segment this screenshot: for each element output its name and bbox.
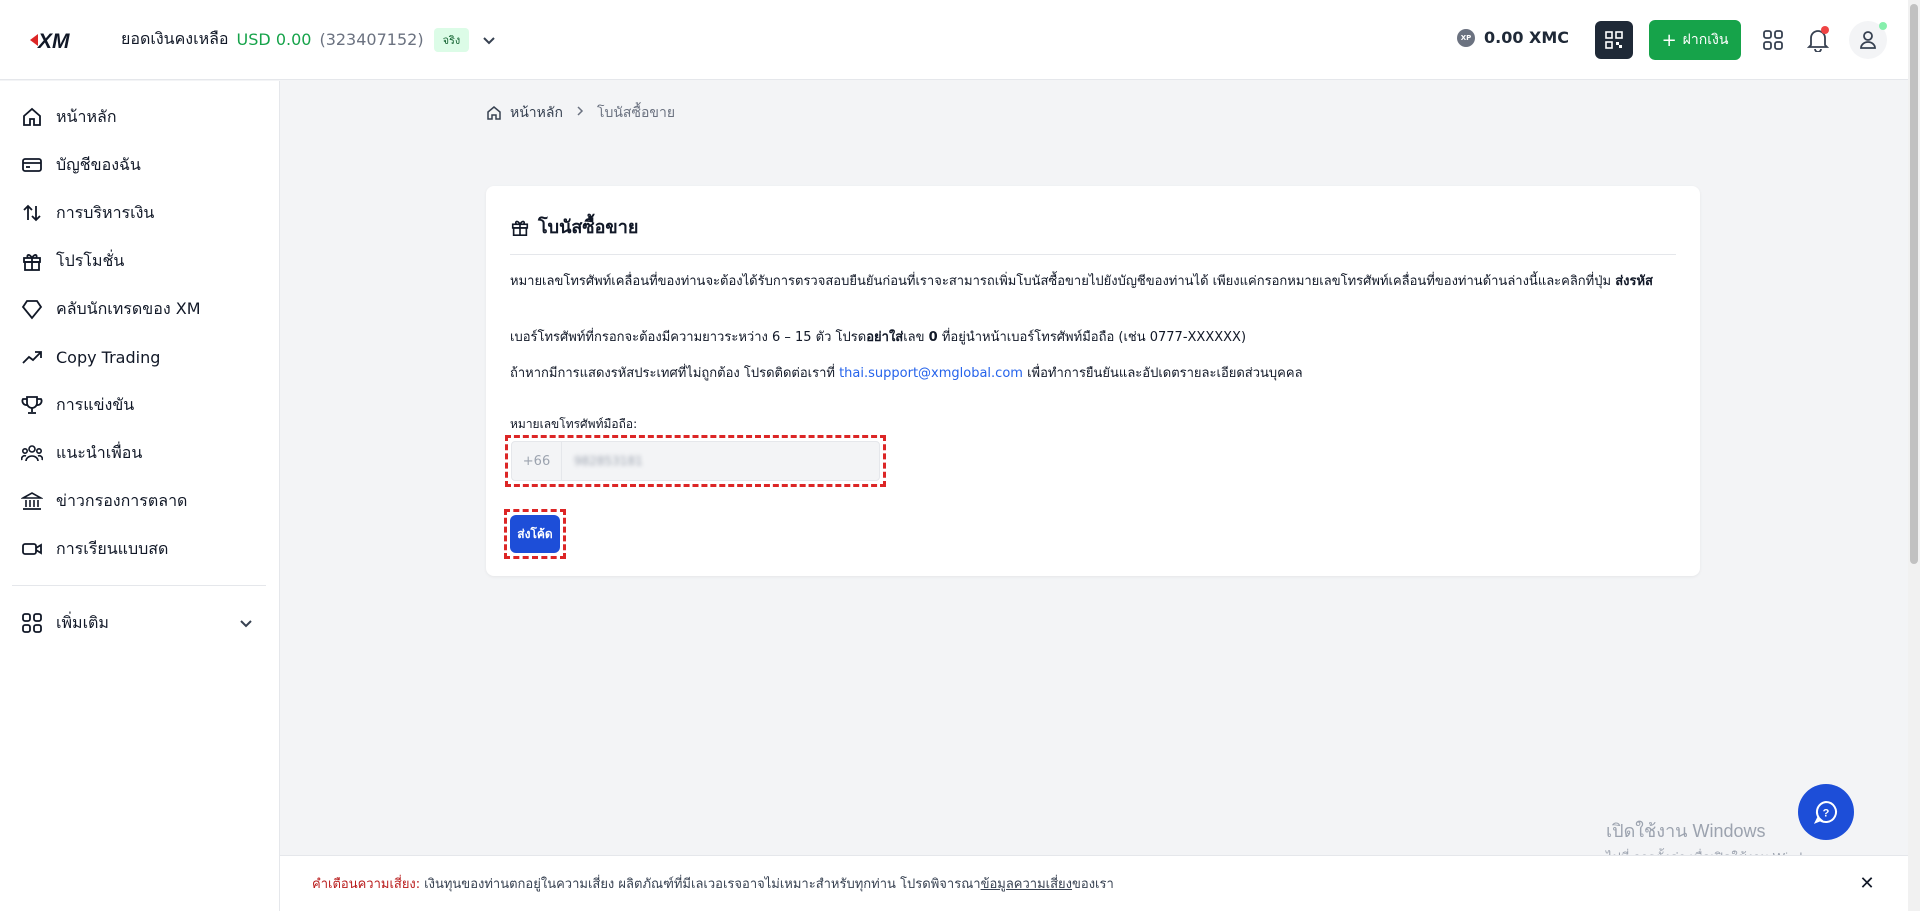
sidebar-item-funds[interactable]: การบริหารเงิน — [20, 198, 154, 228]
grid-icon — [20, 611, 44, 635]
plus-icon: + — [1661, 29, 1677, 51]
card-title: โบนัสซื้อขาย — [510, 212, 638, 241]
sidebar-item-more[interactable]: เพิ่มเติม — [20, 608, 109, 638]
user-avatar-button[interactable] — [1849, 21, 1887, 59]
gift-icon — [511, 220, 529, 236]
deposit-button[interactable]: + ฝากเงิน — [1649, 20, 1741, 60]
chevron-right-icon — [575, 105, 585, 121]
phone-number-value[interactable]: 982853181 — [562, 442, 879, 480]
risk-suffix: ของเรา — [1072, 877, 1114, 892]
diamond-icon — [20, 297, 44, 321]
send-code-button[interactable]: ส่งโค้ด — [510, 515, 560, 553]
card-divider — [510, 254, 1676, 255]
sidebar-item-label: การเรียนแบบสด — [56, 538, 169, 558]
sidebar-item-copy-trading[interactable]: Copy Trading — [20, 342, 160, 372]
xm-logo[interactable]: XM — [30, 28, 82, 53]
xmc-balance[interactable]: XP 0.00 XMC — [1457, 28, 1569, 47]
sidebar-item-label: คลับนักเทรดของ XM — [56, 298, 201, 318]
video-icon — [20, 537, 44, 561]
trend-icon — [20, 345, 44, 369]
support-email-link[interactable]: thai.support@xmglobal.com — [839, 366, 1023, 381]
breadcrumb-current: โบนัสซื้อขาย — [596, 105, 676, 121]
breadcrumb: หน้าหลัก โบนัสซื้อขาย — [486, 102, 675, 124]
sidebar-item-label: บัญชีของฉัน — [56, 154, 141, 174]
balance-amount: USD 0.00 — [236, 30, 312, 49]
more-chevron-down-icon[interactable] — [237, 614, 255, 632]
breadcrumb-home[interactable]: หน้าหลัก — [510, 102, 563, 124]
risk-info-link[interactable]: ข้อมูลความเสี่ยง — [981, 873, 1072, 894]
risk-warning-bar: คำเตือนความเสี่ยง: เงินทุนของท่านตกอยู่ใ… — [280, 855, 1908, 911]
sidebar: หน้าหลัก บัญชีของฉัน การบริหารเงิน โปรโม… — [0, 81, 280, 911]
sidebar-item-label: โปรโมชั่น — [56, 250, 125, 270]
close-icon[interactable]: ✕ — [1857, 873, 1877, 894]
transfer-icon — [20, 201, 44, 225]
sidebar-item-label: Copy Trading — [56, 347, 161, 367]
account-switch-chevron-down-icon[interactable] — [480, 31, 498, 49]
balance-display: ยอดเงินคงเหลือ USD 0.00 (323407152) จริง — [121, 27, 470, 52]
instruction-bold: ส่งรหัส — [1615, 274, 1653, 289]
rule-bold-b: 0 — [928, 330, 938, 345]
qr-code-icon — [1605, 31, 1623, 49]
sidebar-item-label: ข่าวกรองการตลาด — [56, 490, 188, 510]
trading-bonus-card: โบนัสซื้อขาย หมายเลขโทรศัพท์เคลื่อนที่ขอ… — [486, 186, 1700, 576]
card-icon — [20, 153, 44, 177]
xmc-coin-icon: XP — [1457, 28, 1475, 47]
sidebar-item-live-education[interactable]: การเรียนแบบสด — [20, 534, 168, 564]
rule-bold-a: อย่าใส่ — [866, 330, 904, 345]
length-rule-paragraph: เบอร์โทรศัพท์ที่กรอกจะต้องมีความยาวระหว่… — [510, 328, 1676, 348]
xmc-amount: 0.00 XMC — [1484, 28, 1570, 47]
sidebar-item-label: เพิ่มเติม — [56, 612, 109, 632]
scrollbar-thumb[interactable] — [1910, 4, 1918, 564]
instruction-paragraph: หมายเลขโทรศัพท์เคลื่อนที่ของท่านจะต้องได… — [510, 272, 1676, 292]
phone-input[interactable]: +66 982853181 — [511, 441, 880, 481]
risk-label: คำเตือนความเสี่ยง: — [312, 877, 421, 892]
sidebar-item-home[interactable]: หน้าหลัก — [20, 102, 117, 132]
instruction-text: หมายเลขโทรศัพท์เคลื่อนที่ของท่านจะต้องได… — [510, 274, 1616, 289]
sidebar-item-label: หน้าหลัก — [56, 106, 117, 126]
sidebar-item-competitions[interactable]: การแข่งขัน — [20, 390, 134, 420]
user-icon — [1860, 31, 1876, 49]
qr-code-button[interactable] — [1595, 21, 1633, 59]
support-text-b: เพื่อทำการยืนยันและอัปเดตรายละเอียดส่วนบ… — [1022, 366, 1303, 381]
online-status-dot — [1879, 22, 1887, 30]
sidebar-divider — [12, 585, 266, 586]
phone-field-label: หมายเลขโทรศัพท์มือถือ: — [510, 417, 638, 431]
country-code-prefix: +66 — [512, 442, 562, 480]
sidebar-item-refer-friend[interactable]: แนะนำเพื่อน — [20, 438, 142, 468]
home-icon[interactable] — [486, 105, 502, 121]
sidebar-item-label: การแข่งขัน — [56, 394, 135, 414]
sidebar-item-label: แนะนำเพื่อน — [56, 442, 143, 462]
deposit-label: ฝากเงิน — [1682, 32, 1729, 48]
notification-dot — [1821, 26, 1829, 34]
notification-bell-icon[interactable] — [1806, 26, 1830, 53]
apps-grid-icon[interactable] — [1762, 29, 1784, 51]
svg-text:XM: XM — [37, 30, 70, 52]
top-header: XM ยอดเงินคงเหลือ USD 0.00 (323407152) จ… — [0, 0, 1908, 80]
balance-label: ยอดเงินคงเหลือ — [121, 29, 229, 48]
sidebar-item-my-accounts[interactable]: บัญชีของฉัน — [20, 150, 141, 180]
rule-text-a: เบอร์โทรศัพท์ที่กรอกจะต้องมีความยาวระหว่… — [510, 330, 867, 345]
support-paragraph: ถ้าหากมีการแสดงรหัสประเทศที่ไม่ถูกต้อง โ… — [510, 364, 1676, 384]
risk-text: เงินทุนของท่านตกอยู่ในความเสี่ยง ผลิตภัณ… — [424, 877, 981, 892]
home-icon — [20, 105, 44, 129]
account-type-badge: จริง — [433, 27, 470, 52]
sidebar-item-promotions[interactable]: โปรโมชั่น — [20, 246, 124, 276]
rule-text-b: เลข — [903, 330, 929, 345]
card-title-text: โบนัสซื้อขาย — [538, 217, 639, 238]
watermark-line1: เปิดใช้งาน Windows — [1606, 821, 1766, 841]
sidebar-item-market-news[interactable]: ข่าวกรองการตลาด — [20, 486, 187, 516]
support-text-a: ถ้าหากมีการแสดงรหัสประเทศที่ไม่ถูกต้อง โ… — [510, 366, 840, 381]
rule-text-c: ที่อยู่นำหน้าเบอร์โทรศัพท์มือถือ (เช่น 0… — [937, 330, 1247, 345]
bank-icon — [20, 489, 44, 513]
gift-icon — [20, 249, 44, 273]
trophy-icon — [20, 393, 44, 417]
sidebar-item-label: การบริหารเงิน — [56, 202, 155, 222]
users-icon — [20, 441, 44, 465]
sidebar-item-loyalty[interactable]: คลับนักเทรดของ XM — [20, 294, 201, 324]
account-number: (323407152) — [319, 30, 424, 49]
